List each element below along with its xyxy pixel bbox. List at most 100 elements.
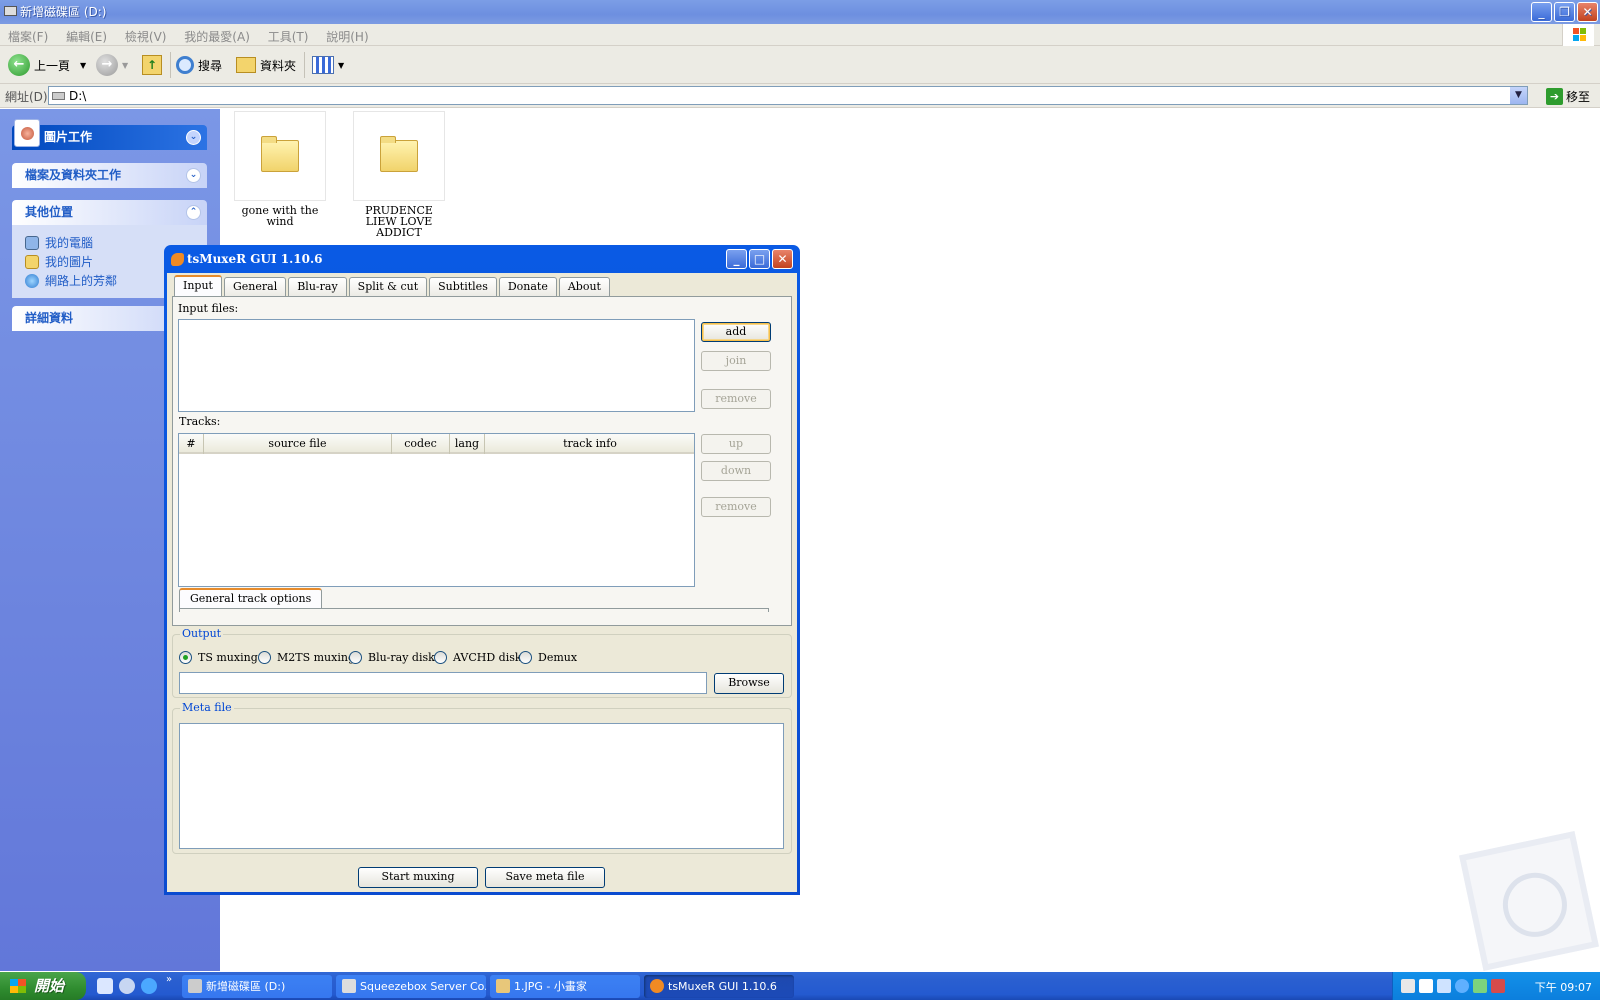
quicklaunch-more-icon[interactable]: » — [166, 974, 172, 985]
search-button[interactable]: 搜尋 — [176, 54, 222, 76]
menu-help[interactable]: 說明(H) — [318, 24, 374, 45]
radio-ts-muxing[interactable]: TS muxing — [179, 651, 258, 664]
picture-tasks-panel: 圖片工作 ⌄ — [12, 119, 207, 150]
close-button[interactable]: ✕ — [1577, 2, 1598, 22]
remove-file-button[interactable]: remove — [701, 389, 771, 409]
expand-chevron-icon[interactable]: ⌄ — [186, 130, 201, 145]
up-button[interactable]: up — [701, 434, 771, 454]
go-button[interactable]: ➔ 移至 — [1546, 85, 1590, 107]
menu-favorites[interactable]: 我的最愛(A) — [176, 24, 256, 45]
remove-track-button[interactable]: remove — [701, 497, 771, 517]
watermark-logo — [1459, 831, 1599, 971]
quicklaunch-ie-icon[interactable] — [141, 978, 157, 994]
search-icon — [176, 56, 194, 74]
quicklaunch-media-icon[interactable] — [97, 978, 113, 994]
folders-button[interactable]: 資料夾 — [236, 54, 296, 76]
start-muxing-button[interactable]: Start muxing — [358, 867, 478, 888]
folder-item[interactable]: gone with the wind — [234, 111, 326, 227]
browse-button[interactable]: Browse — [714, 673, 784, 694]
dialog-close-button[interactable]: ✕ — [772, 249, 793, 269]
tab-split-cut[interactable]: Split & cut — [348, 277, 428, 296]
forward-button[interactable]: → ▼ — [96, 54, 128, 76]
file-tasks-panel: 檔案及資料夾工作 ⌄ — [12, 163, 207, 188]
tracks-table[interactable]: # source file codec lang track info — [178, 433, 695, 587]
views-button[interactable]: ▼ — [312, 54, 344, 76]
meta-file-group: Meta file — [172, 701, 792, 854]
col-number[interactable]: # — [179, 434, 204, 454]
task-explorer[interactable]: 新增磁碟區 (D:) — [182, 975, 332, 998]
radio-icon — [434, 651, 447, 664]
tray-arrow-icon[interactable] — [1455, 979, 1469, 993]
col-lang[interactable]: lang — [450, 434, 485, 454]
quicklaunch-disc-icon[interactable] — [119, 978, 135, 994]
address-label: 網址(D) — [5, 90, 48, 104]
input-files-list[interactable] — [178, 319, 695, 412]
tab-about[interactable]: About — [558, 277, 610, 296]
output-path-input[interactable] — [179, 672, 707, 694]
restore-button[interactable]: ❐ — [1554, 2, 1575, 22]
other-places-title: 其他位置 — [25, 205, 74, 219]
start-button[interactable]: 開始 — [0, 972, 86, 1000]
security-icon[interactable] — [1491, 979, 1505, 993]
col-codec[interactable]: codec — [392, 434, 450, 454]
link-label: 網路上的芳鄰 — [45, 274, 118, 288]
folder-item[interactable]: PRUDENCE LIEW LOVE ADDICT — [353, 111, 445, 238]
add-button[interactable]: add — [701, 322, 771, 342]
dialog-maximize-button[interactable]: □ — [749, 249, 770, 269]
tab-general[interactable]: General — [223, 277, 287, 296]
help-icon[interactable] — [1419, 979, 1433, 993]
input-files-label: Input files: — [178, 302, 239, 315]
picture-tasks-header[interactable]: 圖片工作 ⌄ — [12, 119, 207, 150]
dialog-minimize-button[interactable]: _ — [726, 249, 747, 269]
tab-general-track-options[interactable]: General track options — [179, 588, 323, 608]
windows-logo-icon — [1562, 24, 1594, 46]
caption-buttons: _ ❐ ✕ — [1531, 2, 1598, 22]
back-button[interactable]: ← 上一頁 ▼ — [8, 54, 86, 76]
task-paint[interactable]: 1.JPG - 小畫家 — [490, 975, 640, 998]
menu-edit[interactable]: 編輯(E) — [58, 24, 113, 45]
tsmuxer-window: tsMuxeR GUI 1.10.6 _ □ ✕ Input General B… — [164, 245, 800, 895]
join-button[interactable]: join — [701, 351, 771, 371]
task-tsmuxer[interactable]: tsMuxeR GUI 1.10.6 — [644, 975, 794, 998]
address-dropdown-icon[interactable]: ▼ — [1510, 87, 1527, 104]
safely-remove-icon[interactable] — [1473, 979, 1487, 993]
file-tasks-header[interactable]: 檔案及資料夾工作 ⌄ — [12, 163, 207, 188]
keyboard-icon[interactable] — [1401, 979, 1415, 993]
col-source-file[interactable]: source file — [204, 434, 392, 454]
address-bar: 網址(D) D:\ ▼ ➔ 移至 — [0, 84, 1600, 108]
radio-blu-ray-disk[interactable]: Blu-ray disk — [349, 651, 435, 664]
col-track-info[interactable]: track info — [485, 434, 695, 454]
radio-demux[interactable]: Demux — [519, 651, 577, 664]
tab-subtitles[interactable]: Subtitles — [429, 277, 497, 296]
go-arrow-icon: ➔ — [1546, 87, 1563, 105]
network-icon[interactable] — [1437, 979, 1451, 993]
tab-blu-ray[interactable]: Blu-ray — [288, 277, 347, 296]
tab-donate[interactable]: Donate — [498, 277, 557, 296]
expand-chevron-icon[interactable]: ⌄ — [186, 168, 201, 183]
address-input[interactable]: D:\ ▼ — [48, 86, 1528, 105]
menu-file[interactable]: 檔案(F) — [0, 24, 54, 45]
radio-label: M2TS muxing — [277, 651, 355, 664]
tab-input[interactable]: Input — [174, 275, 222, 296]
save-meta-file-button[interactable]: Save meta file — [485, 867, 605, 888]
radio-m2ts-muxing[interactable]: M2TS muxing — [258, 651, 355, 664]
explorer-title-bar[interactable]: 新增磁碟區 (D:) _ ❐ ✕ — [0, 0, 1600, 24]
back-dropdown-icon[interactable]: ▼ — [80, 61, 86, 70]
menu-tools[interactable]: 工具(T) — [260, 24, 315, 45]
meta-file-textarea[interactable] — [179, 723, 784, 849]
dialog-title-bar[interactable]: tsMuxeR GUI 1.10.6 _ □ ✕ — [167, 245, 797, 274]
task-label: Squeezebox Server Co... — [360, 980, 486, 993]
collapse-chevron-icon[interactable]: ⌃ — [186, 205, 201, 220]
menu-view[interactable]: 檢視(V) — [117, 24, 173, 45]
minimize-button[interactable]: _ — [1531, 2, 1552, 22]
radio-icon — [349, 651, 362, 664]
up-folder-icon: ↑ — [142, 55, 162, 75]
down-button[interactable]: down — [701, 461, 771, 481]
other-places-header[interactable]: 其他位置 ⌃ — [12, 200, 207, 225]
picture-tasks-title: 圖片工作 — [44, 130, 93, 144]
up-folder-button[interactable]: ↑ — [142, 54, 162, 76]
task-squeezebox[interactable]: Squeezebox Server Co... — [336, 975, 486, 998]
views-dropdown-icon: ▼ — [338, 60, 345, 70]
radio-avchd-disk[interactable]: AVCHD disk — [434, 651, 522, 664]
radio-label: Demux — [538, 651, 578, 664]
